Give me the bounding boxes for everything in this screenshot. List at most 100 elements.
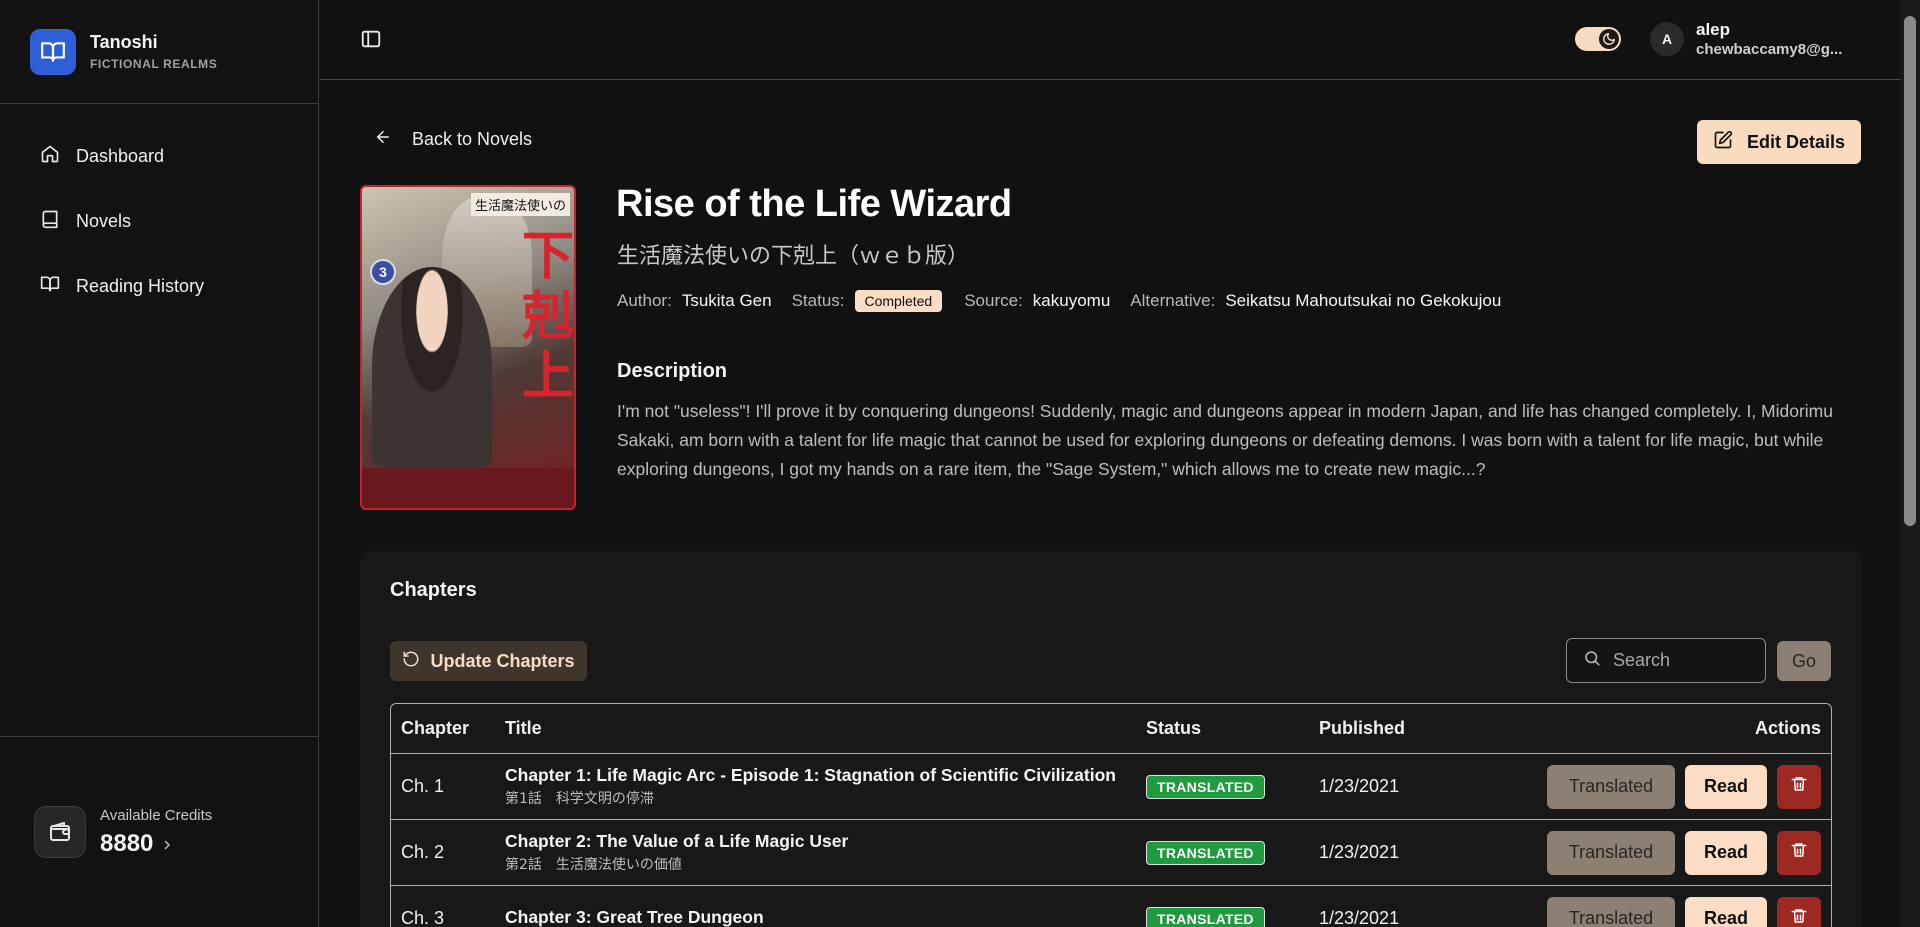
- column-chapter[interactable]: Chapter: [391, 718, 505, 739]
- page-scrollbar[interactable]: [1900, 0, 1920, 927]
- column-published[interactable]: Published: [1319, 718, 1519, 739]
- chapters-heading: Chapters: [390, 579, 477, 601]
- sidebar-item-novels[interactable]: Novels: [0, 201, 318, 241]
- status-badge: Completed: [854, 290, 943, 312]
- read-button[interactable]: Read: [1685, 896, 1767, 927]
- trash-icon: [1790, 775, 1808, 798]
- chapters-panel: Chapters Update Chapters Go Chapter Titl…: [360, 551, 1862, 927]
- sidebar-nav: Dashboard Novels Reading History: [0, 104, 318, 306]
- novel-title: Rise of the Life Wizard: [616, 183, 1012, 225]
- description-heading: Description: [617, 360, 728, 382]
- cover-figure-front: [372, 267, 492, 467]
- brand-tagline: FICTIONAL REALMS: [90, 57, 218, 71]
- chapter-title[interactable]: Chapter 2: The Value of a Life Magic Use…: [505, 831, 1146, 852]
- book-icon: [40, 209, 60, 234]
- book-open-icon: [40, 274, 60, 299]
- column-status[interactable]: Status: [1146, 718, 1319, 739]
- status-key: Status:: [791, 291, 845, 310]
- scrollbar-thumb[interactable]: [1904, 16, 1916, 526]
- column-actions: Actions: [1754, 718, 1821, 738]
- chapter-title[interactable]: Chapter 3: Great Tree Dungeon: [505, 907, 1146, 927]
- sidebar-item-label: Reading History: [76, 275, 205, 296]
- published-date: 1/23/2021: [1319, 776, 1400, 796]
- column-title[interactable]: Title: [505, 718, 1146, 739]
- novel-original-title: 生活魔法使いの下剋上（ｗｅｂ版）: [617, 244, 970, 269]
- cover-big-text: 下剋上: [522, 226, 575, 407]
- update-chapters-button[interactable]: Update Chapters: [390, 641, 587, 681]
- avatar: A: [1650, 22, 1684, 56]
- go-button[interactable]: Go: [1777, 641, 1831, 681]
- chapter-number: Ch. 1: [401, 776, 445, 796]
- user-menu[interactable]: A alep chewbaccamy8@g...: [1650, 20, 1842, 58]
- alternative-key: Alternative:: [1130, 291, 1216, 310]
- sidebar-toggle-icon[interactable]: [360, 28, 382, 50]
- top-bar: A alep chewbaccamy8@g...: [320, 0, 1900, 80]
- user-name: alep: [1696, 20, 1731, 39]
- chapters-table: Chapter Title Status Published Actions C…: [390, 703, 1832, 927]
- brand[interactable]: Tanoshi FICTIONAL REALMS: [0, 0, 318, 104]
- edit-label: Edit Details: [1746, 131, 1846, 152]
- delete-button[interactable]: [1777, 764, 1821, 809]
- table-header: Chapter Title Status Published Actions: [391, 704, 1831, 754]
- chapter-search[interactable]: [1566, 638, 1766, 683]
- credits-label: Available Credits: [100, 806, 213, 824]
- table-row[interactable]: Ch. 2 Chapter 2: The Value of a Life Mag…: [391, 820, 1831, 886]
- trash-icon: [1790, 907, 1808, 927]
- theme-toggle[interactable]: [1575, 27, 1621, 51]
- delete-button[interactable]: [1777, 896, 1821, 927]
- author-key: Author:: [617, 291, 672, 310]
- author-value: Tsukita Gen: [681, 291, 772, 310]
- read-button[interactable]: Read: [1685, 764, 1767, 809]
- cover-title-strip: 生活魔法使いの: [470, 193, 570, 216]
- translated-button[interactable]: Translated: [1547, 896, 1675, 927]
- table-row[interactable]: Ch. 1 Chapter 1: Life Magic Arc - Episod…: [391, 754, 1831, 820]
- credits-panel[interactable]: Available Credits 8880: [0, 736, 318, 927]
- sidebar-item-dashboard[interactable]: Dashboard: [0, 136, 318, 176]
- sidebar-item-reading-history[interactable]: Reading History: [0, 266, 318, 306]
- source-value: kakuyomu: [1032, 291, 1111, 310]
- cover-bottom-band: [362, 468, 574, 508]
- chapter-original-title: 第1話 科学文明の停滞: [505, 791, 654, 807]
- search-input[interactable]: [1613, 650, 1753, 671]
- home-icon: [40, 144, 60, 169]
- description-text: I'm not "useless"! I'll prove it by conq…: [617, 401, 1833, 479]
- chevron-right-icon: [161, 830, 173, 858]
- delete-button[interactable]: [1777, 830, 1821, 875]
- published-date: 1/23/2021: [1319, 842, 1400, 862]
- refresh-icon: [402, 650, 420, 673]
- sidebar: Tanoshi FICTIONAL REALMS Dashboard Novel…: [0, 0, 319, 927]
- back-to-novels-link[interactable]: Back to Novels: [374, 128, 532, 151]
- brand-name: Tanoshi: [90, 32, 158, 52]
- chapter-title[interactable]: Chapter 1: Life Magic Arc - Episode 1: S…: [505, 765, 1146, 786]
- edit-details-button[interactable]: Edit Details: [1697, 120, 1861, 164]
- user-email: chewbaccamy8@g...: [1696, 41, 1843, 58]
- search-icon: [1583, 649, 1601, 672]
- translated-button[interactable]: Translated: [1547, 830, 1675, 875]
- arrow-left-icon: [374, 128, 392, 151]
- source-key: Source:: [964, 291, 1023, 310]
- update-label: Update Chapters: [430, 650, 575, 671]
- credits-amount: 8880: [100, 829, 154, 857]
- chapter-number: Ch. 3: [401, 908, 445, 927]
- chapter-number: Ch. 2: [401, 842, 445, 862]
- published-date: 1/23/2021: [1319, 908, 1400, 927]
- book-open-icon: [30, 28, 76, 75]
- read-button[interactable]: Read: [1685, 830, 1767, 875]
- novel-cover-image: 生活魔法使いの 下剋上 3: [360, 185, 576, 510]
- alternative-value: Seikatsu Mahoutsukai no Gekokujou: [1225, 291, 1502, 310]
- trash-icon: [1790, 841, 1808, 864]
- edit-icon: [1713, 130, 1733, 155]
- status-badge: TRANSLATED: [1146, 774, 1265, 799]
- novel-meta: Author: Tsukita Gen Status: Completed So…: [617, 290, 1521, 312]
- back-label: Back to Novels: [412, 129, 533, 149]
- status-badge: TRANSLATED: [1146, 906, 1265, 927]
- status-badge: TRANSLATED: [1146, 840, 1265, 865]
- translated-button[interactable]: Translated: [1547, 764, 1675, 809]
- moon-icon: [1599, 29, 1619, 49]
- table-row[interactable]: Ch. 3 Chapter 3: Great Tree Dungeon TRAN…: [391, 886, 1831, 927]
- chapter-original-title: 第2話 生活魔法使いの価値: [505, 857, 682, 873]
- sidebar-item-label: Dashboard: [76, 145, 165, 166]
- sidebar-item-label: Novels: [76, 210, 132, 231]
- cover-volume-badge: 3: [370, 259, 396, 285]
- wallet-icon: [34, 806, 86, 858]
